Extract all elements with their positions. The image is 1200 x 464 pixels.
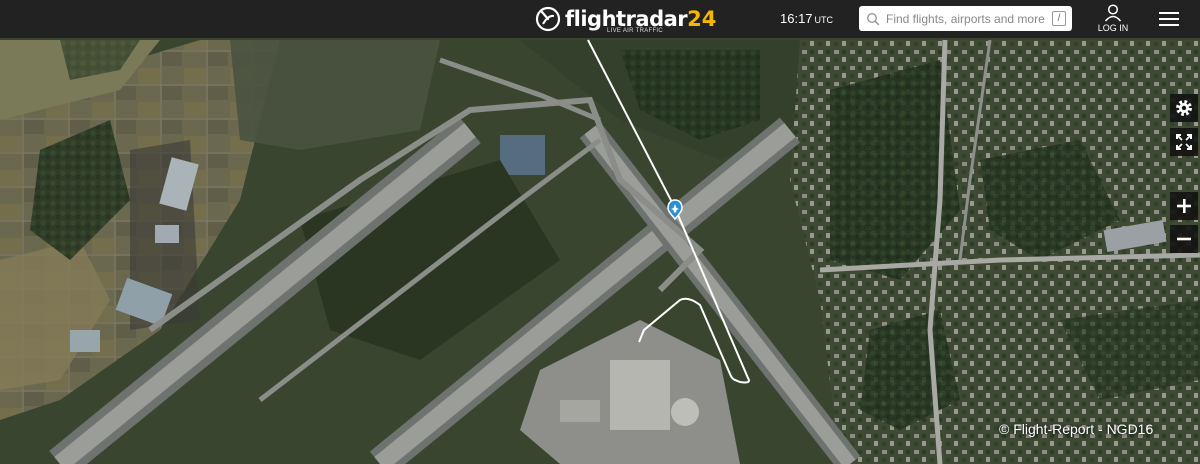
fullscreen-button[interactable] (1170, 128, 1198, 156)
hamburger-menu-icon (1159, 12, 1179, 26)
search-icon (866, 12, 880, 25)
gear-icon (1176, 100, 1192, 116)
clock-time: 16:17 (780, 11, 813, 26)
map-settings-button[interactable] (1170, 94, 1198, 122)
search-box[interactable]: / (859, 6, 1072, 31)
hamburger-menu-button[interactable] (1158, 9, 1180, 29)
logo-tagline: LIVE AIR TRAFFIC (607, 28, 664, 34)
login-button[interactable]: LOG IN (1094, 3, 1132, 35)
flightradar24-logo[interactable]: flightradar 24 LIVE AIR TRAFFIC (535, 4, 716, 34)
login-label: LOG IN (1097, 23, 1129, 33)
radar-logo-icon (535, 6, 561, 32)
photo-credit: © Flight-Report - NGD16 (999, 421, 1154, 437)
user-icon (1104, 4, 1122, 22)
top-bar: flightradar 24 LIVE AIR TRAFFIC 16:17 UTC … (0, 0, 1200, 38)
zoom-in-button[interactable] (1170, 192, 1198, 220)
fullscreen-icon (1176, 134, 1192, 150)
logo-number: 24 (687, 7, 717, 31)
minus-icon (1177, 237, 1191, 241)
satellite-map[interactable] (0, 38, 1200, 464)
search-shortcut-key: / (1052, 11, 1066, 26)
zoom-out-button[interactable] (1170, 225, 1198, 253)
utc-clock: 16:17 UTC (780, 11, 833, 26)
clock-zone: UTC (814, 15, 834, 25)
plus-icon (1177, 199, 1191, 213)
search-input[interactable] (886, 11, 1046, 26)
